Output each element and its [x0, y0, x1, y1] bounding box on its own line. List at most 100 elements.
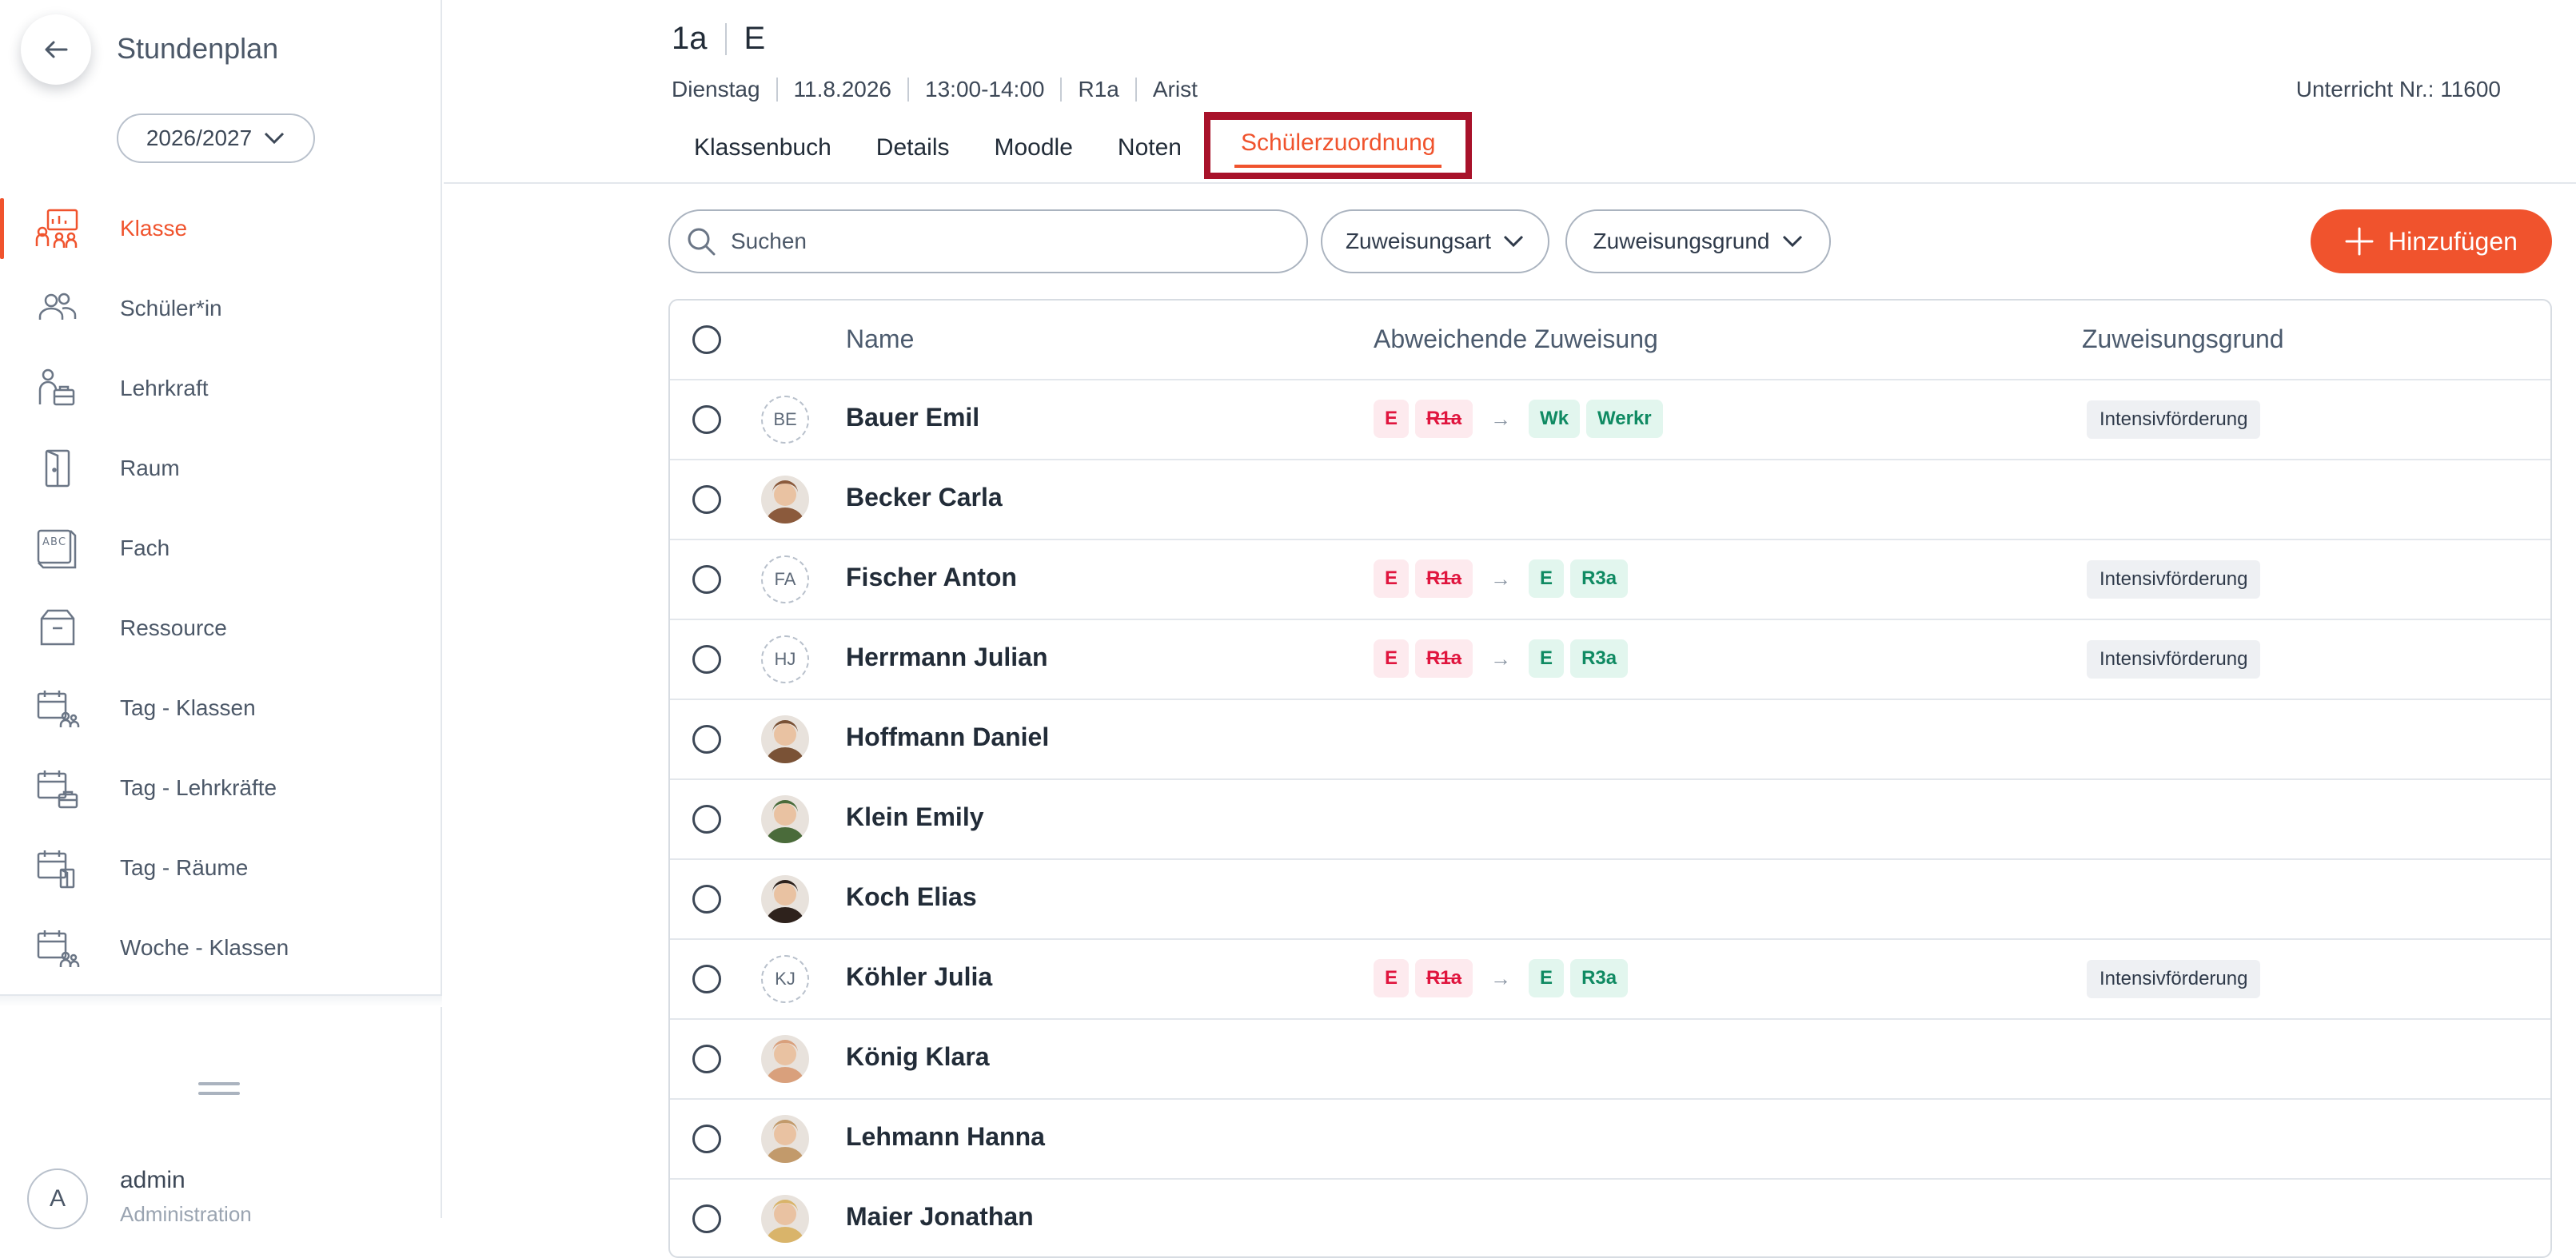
- meta-divider: [776, 78, 778, 102]
- table-row[interactable]: HJ Herrmann Julian E R1a → E R3a Intensivförder…: [670, 620, 2550, 700]
- tab-details[interactable]: Details: [854, 117, 972, 184]
- row-checkbox[interactable]: [692, 725, 721, 754]
- user-avatar[interactable]: A: [27, 1168, 88, 1229]
- table-row[interactable]: BE Bauer Emil E R1a → Wk Werkr Intensivförderun…: [670, 380, 2550, 460]
- tab-klassenbuch[interactable]: Klassenbuch: [672, 117, 854, 184]
- back-button[interactable]: [21, 14, 91, 85]
- table-row[interactable]: Maier Jonathan: [670, 1180, 2550, 1256]
- user-name: admin: [120, 1167, 185, 1193]
- subject-name: E: [744, 21, 766, 56]
- meta-divider: [907, 78, 910, 102]
- column-header-assignment[interactable]: Abweichende Zuweisung: [1374, 324, 1658, 354]
- filter-label: Zuweisungsart: [1345, 229, 1492, 253]
- row-checkbox[interactable]: [692, 485, 721, 514]
- avatar: HJ: [761, 635, 809, 683]
- sidebar-item-label: Tag - Klassen: [120, 695, 256, 720]
- tab-moodle[interactable]: Moodle: [972, 117, 1095, 184]
- subject-abc-icon: ABC: [37, 529, 77, 569]
- calendar-week-icon: [37, 930, 80, 967]
- assignment-chips: E R1a → E R3a: [1374, 959, 1629, 997]
- sidebar-item-schueler[interactable]: Schüler*in: [0, 269, 442, 348]
- table-row[interactable]: Lehmann Hanna: [670, 1100, 2550, 1180]
- sidebar-item-fach[interactable]: ABC Fach: [0, 508, 442, 588]
- search-icon: [688, 228, 716, 256]
- to-room-chip: R3a: [1570, 639, 1629, 678]
- student-name[interactable]: Klein Emily: [846, 802, 984, 832]
- from-room-chip: R1a: [1415, 959, 1473, 997]
- row-checkbox[interactable]: [692, 1125, 721, 1153]
- school-year-select[interactable]: 2026/2027: [117, 113, 315, 163]
- sidebar-item-tag-lehrkraefte[interactable]: Tag - Lehrkräfte: [0, 748, 442, 828]
- students-icon: [38, 293, 77, 320]
- table-row[interactable]: König Klara: [670, 1020, 2550, 1100]
- student-name[interactable]: Herrmann Julian: [846, 643, 1048, 672]
- table-row[interactable]: FA Fischer Anton E R1a → E R3a Intensivförderun…: [670, 540, 2550, 620]
- sidebar-item-label: Ressource: [120, 615, 227, 640]
- chevron-down-icon: [265, 132, 285, 145]
- to-room-chip: Werkr: [1586, 400, 1663, 438]
- table-row[interactable]: Hoffmann Daniel: [670, 700, 2550, 780]
- title-divider: [724, 22, 727, 55]
- student-name[interactable]: Bauer Emil: [846, 403, 979, 432]
- student-name[interactable]: Becker Carla: [846, 483, 1003, 512]
- select-all-checkbox[interactable]: [692, 325, 721, 354]
- meta-divider: [1060, 78, 1063, 102]
- sidebar-item-label: Schüler*in: [120, 296, 222, 320]
- from-subject-chip: E: [1374, 400, 1410, 438]
- filter-zuweisungsgrund[interactable]: Zuweisungsgrund: [1565, 209, 1831, 273]
- sidebar-item-ressource[interactable]: Ressource: [0, 588, 442, 668]
- student-name[interactable]: Fischer Anton: [846, 563, 1017, 592]
- plus-icon: [2345, 227, 2374, 256]
- to-subject-chip: E: [1529, 959, 1565, 997]
- row-checkbox[interactable]: [692, 645, 721, 674]
- column-header-reason[interactable]: Zuweisungsgrund: [2082, 324, 2284, 354]
- search-input[interactable]: [729, 228, 1276, 255]
- sidebar-item-klasse[interactable]: Klasse: [0, 189, 442, 269]
- sidebar-item-tag-klassen[interactable]: Tag - Klassen: [0, 668, 442, 748]
- student-name[interactable]: Köhler Julia: [846, 962, 992, 992]
- search-box[interactable]: [668, 209, 1308, 273]
- student-name[interactable]: Maier Jonathan: [846, 1202, 1034, 1232]
- lesson-day: Dienstag: [672, 77, 760, 102]
- sidebar-item-raum[interactable]: Raum: [0, 428, 442, 508]
- reason-badge: Intensivförderung: [2087, 640, 2261, 679]
- sidebar-item-woche-klassen[interactable]: Woche - Klassen: [0, 908, 442, 988]
- lesson-teacher: Arist: [1152, 77, 1198, 102]
- add-button[interactable]: Hinzufügen: [2311, 209, 2552, 273]
- row-checkbox[interactable]: [692, 565, 721, 594]
- student-name[interactable]: Hoffmann Daniel: [846, 723, 1049, 752]
- drag-handle-icon[interactable]: [198, 1082, 240, 1097]
- row-checkbox[interactable]: [692, 1204, 721, 1233]
- column-header-name[interactable]: Name: [846, 324, 914, 354]
- row-checkbox[interactable]: [692, 805, 721, 834]
- sidebar-item-lehrkraft[interactable]: Lehrkraft: [0, 348, 442, 428]
- row-checkbox[interactable]: [692, 885, 721, 914]
- table-row[interactable]: Becker Carla: [670, 460, 2550, 540]
- table-row[interactable]: Koch Elias: [670, 860, 2550, 940]
- tab-noten[interactable]: Noten: [1095, 117, 1204, 184]
- box-icon: [40, 609, 75, 646]
- table-row[interactable]: Klein Emily: [670, 780, 2550, 860]
- row-checkbox[interactable]: [692, 1045, 721, 1073]
- chevron-down-icon: [1782, 235, 1802, 248]
- assignment-chips: E R1a → E R3a: [1374, 559, 1629, 598]
- tab-schuelerzuordnung[interactable]: Schülerzuordnung: [1203, 112, 1473, 179]
- avatar: [761, 476, 809, 524]
- filter-zuweisungsart[interactable]: Zuweisungsart: [1321, 209, 1549, 273]
- avatar: [761, 795, 809, 843]
- row-checkbox[interactable]: [692, 405, 721, 434]
- student-name[interactable]: König Klara: [846, 1042, 990, 1072]
- avatar: [761, 875, 809, 923]
- table-header: Name Abweichende Zuweisung Zuweisungsgru…: [670, 301, 2550, 380]
- assignment-chips: E R1a → E R3a: [1374, 639, 1629, 678]
- student-name[interactable]: Koch Elias: [846, 882, 977, 912]
- reason-badge: Intensivförderung: [2087, 960, 2261, 998]
- school-year-value: 2026/2027: [146, 125, 253, 150]
- student-name[interactable]: Lehmann Hanna: [846, 1122, 1045, 1152]
- arrow-right-icon: →: [1490, 566, 1512, 591]
- table-row[interactable]: KJ Köhler Julia E R1a → E R3a Intensivförderung: [670, 940, 2550, 1020]
- filter-label: Zuweisungsgrund: [1593, 229, 1770, 253]
- lesson-room: R1a: [1078, 77, 1119, 102]
- sidebar-item-tag-raeume[interactable]: Tag - Räume: [0, 828, 442, 908]
- row-checkbox[interactable]: [692, 965, 721, 993]
